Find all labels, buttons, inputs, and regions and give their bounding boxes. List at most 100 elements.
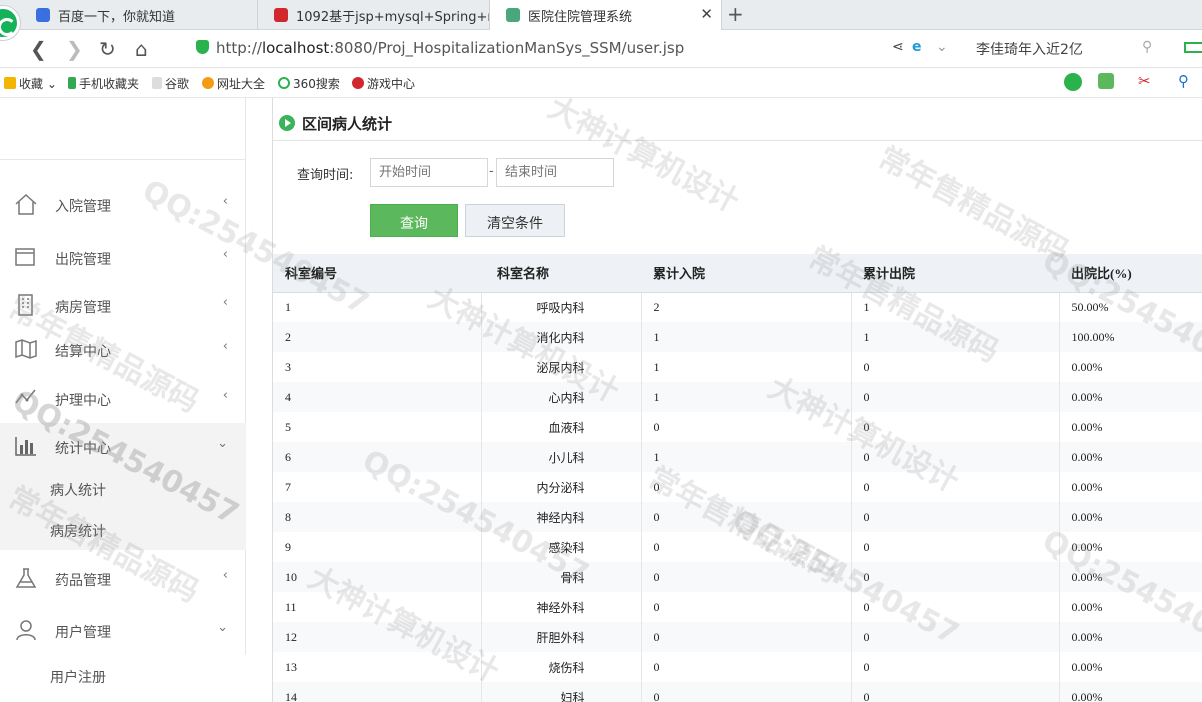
table-cell: 0 <box>641 502 852 532</box>
sidebar-item-discharge[interactable]: 出院管理 ‹ <box>0 234 246 282</box>
table-cell: 10 <box>273 562 482 592</box>
column-header-admitted[interactable]: 累计入院 <box>641 254 851 293</box>
chevron-left-icon: ‹ <box>222 247 228 262</box>
share-icon[interactable]: ⋖ <box>892 39 904 55</box>
table-row[interactable]: 10 骨科 0 0 0.00% <box>273 562 1202 592</box>
table-cell: 1 <box>273 292 482 322</box>
new-tab-button[interactable]: + <box>727 2 744 26</box>
table-row[interactable]: 1 呼吸内科 2 1 50.00% <box>273 292 1202 322</box>
table-row[interactable]: 7 内分泌科 0 0 0.00% <box>273 472 1202 502</box>
table-cell: 2 <box>641 292 852 322</box>
submenu-item-patient-stats[interactable]: 病人统计 <box>50 480 106 500</box>
baidu-paw-icon <box>36 8 50 22</box>
table-cell: 0 <box>851 502 1060 532</box>
table-row[interactable]: 4 心内科 1 0 0.00% <box>273 382 1202 412</box>
sidebar-item-users[interactable]: 用户管理 ⌄ <box>0 607 246 655</box>
sidebar-item-label: 药品管理 <box>55 573 111 589</box>
department-stats-table: 科室编号 科室名称 累计入院 累计出院 出院比(%) 1 呼吸内科 2 1 50.00%… <box>273 254 1202 702</box>
chevron-left-icon: ‹ <box>222 568 228 583</box>
sidebar-item-admission[interactable]: 入院管理 ‹ <box>0 181 246 229</box>
favorite-label: 手机收藏夹 <box>79 77 140 91</box>
chevron-down-icon: ⌄ <box>217 436 228 451</box>
sidebar-item-label: 病房管理 <box>55 300 111 316</box>
submenu-item-user-register[interactable]: 用户注册 <box>50 667 106 687</box>
sidebar-header <box>0 98 245 160</box>
table-cell: 0 <box>851 622 1060 652</box>
table-cell: 内分泌科 <box>481 472 642 502</box>
page-title: 区间病人统计 <box>302 115 393 133</box>
statistics-submenu: 病人统计 病房统计 <box>0 471 246 550</box>
table-cell: 0 <box>641 682 852 702</box>
news-search-hint[interactable]: 李佳琦年入近2亿 <box>976 39 1083 59</box>
table-cell: 0 <box>641 412 852 442</box>
column-header-discharge-ratio[interactable]: 出院比(%) <box>1059 254 1202 293</box>
start-time-input[interactable] <box>370 158 488 187</box>
column-header-dept-id[interactable]: 科室编号 <box>273 254 481 293</box>
table-cell: 0 <box>641 472 852 502</box>
sidebar-item-label: 统计中心 <box>55 441 111 457</box>
table-row[interactable]: 6 小儿科 1 0 0.00% <box>273 442 1202 472</box>
sidebar-item-label: 用户管理 <box>55 625 111 641</box>
column-header-dept-name[interactable]: 科室名称 <box>481 254 641 293</box>
favorite-item[interactable]: 游戏中心 <box>352 75 415 92</box>
close-tab-icon[interactable]: ✕ <box>700 5 713 23</box>
sidebar-item-label: 出院管理 <box>55 252 111 268</box>
scissors-icon[interactable]: ✂ <box>1138 72 1151 90</box>
magnifier-icon[interactable]: ⚲ <box>1178 72 1189 90</box>
clear-conditions-button[interactable]: 清空条件 <box>465 204 565 237</box>
table-row[interactable]: 5 血液科 0 0 0.00% <box>273 412 1202 442</box>
sidebar-item-pharmacy[interactable]: 药品管理 ‹ <box>0 555 246 603</box>
url-field[interactable]: http://localhost:8080/Proj_Hospitalizati… <box>196 39 684 57</box>
table-cell: 0 <box>641 652 852 682</box>
end-time-input[interactable] <box>496 158 614 187</box>
favorite-label: 游戏中心 <box>367 77 416 91</box>
search-icon[interactable]: ⚲ <box>1142 39 1152 55</box>
sidebar-item-nursing[interactable]: 护理中心 ‹ <box>0 375 246 423</box>
secure-shield-icon <box>196 40 209 54</box>
table-row[interactable]: 12 肝胆外科 0 0 0.00% <box>273 622 1202 652</box>
column-header-discharged[interactable]: 累计出院 <box>851 254 1059 293</box>
favorites-bar: 收藏 ⌄ 手机收藏夹 谷歌 网址大全 360搜索 游戏中心 ✂ ⚲ <box>0 68 1202 98</box>
extension-icon[interactable] <box>1064 73 1082 91</box>
favorite-item[interactable]: 谷歌 <box>152 75 189 92</box>
chevron-left-icon: ‹ <box>222 295 228 310</box>
sidebar: 入院管理 ‹ 出院管理 ‹ 病房管理 ‹ 结算中心 ‹ 护理中心 ‹ 统计中心 … <box>0 98 246 702</box>
forward-icon[interactable]: ❯ <box>66 37 83 61</box>
browser-tab-project[interactable]: 1092基于jsp+mysql+Spring+m <box>258 0 490 30</box>
table-row[interactable]: 2 消化内科 1 1 100.00% <box>273 322 1202 352</box>
table-row[interactable]: 13 烧伤科 0 0 0.00% <box>273 652 1202 682</box>
table-cell: 肝胆外科 <box>481 622 642 652</box>
trend-icon <box>15 389 36 404</box>
play-circle-icon <box>279 115 295 131</box>
table-row[interactable]: 3 泌尿内科 1 0 0.00% <box>273 352 1202 382</box>
ie-compat-icon[interactable]: e <box>912 39 922 55</box>
reload-icon[interactable]: ↻ <box>99 37 116 61</box>
table-row[interactable]: 9 感染科 0 0 0.00% <box>273 532 1202 562</box>
table-cell: 0.00% <box>1059 442 1202 472</box>
table-cell: 2 <box>273 322 482 352</box>
back-icon[interactable]: ❮ <box>30 37 47 61</box>
panel-header: 区间病人统计 <box>273 110 1202 136</box>
table-header-row: 科室编号 科室名称 累计入院 累计出院 出院比(%) <box>273 254 1202 293</box>
query-button[interactable]: 查询 <box>370 204 458 237</box>
sidebar-item-ward[interactable]: 病房管理 ‹ <box>0 282 246 330</box>
table-row[interactable]: 14 妇科 0 0 0.00% <box>273 682 1202 702</box>
map-icon <box>15 339 37 359</box>
url-host: localhost <box>261 39 330 57</box>
browser-tab-hospital[interactable]: 医院住院管理系统 ✕ <box>490 0 722 31</box>
favorite-item[interactable]: 网址大全 <box>202 75 265 92</box>
table-cell: 6 <box>273 442 482 472</box>
sidebar-item-statistics[interactable]: 统计中心 ⌄ <box>0 423 246 471</box>
sidebar-item-settlement[interactable]: 结算中心 ‹ <box>0 326 246 374</box>
favorite-item[interactable]: 手机收藏夹 <box>68 75 139 92</box>
table-row[interactable]: 11 神经外科 0 0 0.00% <box>273 592 1202 622</box>
dropdown-icon[interactable]: ⌄ <box>936 39 948 55</box>
submenu-item-ward-stats[interactable]: 病房统计 <box>50 521 106 541</box>
extension-icon[interactable] <box>1098 73 1114 89</box>
home-page-icon[interactable]: ⌂ <box>135 37 148 61</box>
favorite-item[interactable]: 收藏 ⌄ <box>4 75 57 92</box>
favorite-item[interactable]: 360搜索 <box>278 75 340 92</box>
browser-tab-baidu[interactable]: 百度一下，你就知道 <box>20 0 258 30</box>
table-cell: 骨科 <box>481 562 642 592</box>
table-row[interactable]: 8 神经内科 0 0 0.00% <box>273 502 1202 532</box>
